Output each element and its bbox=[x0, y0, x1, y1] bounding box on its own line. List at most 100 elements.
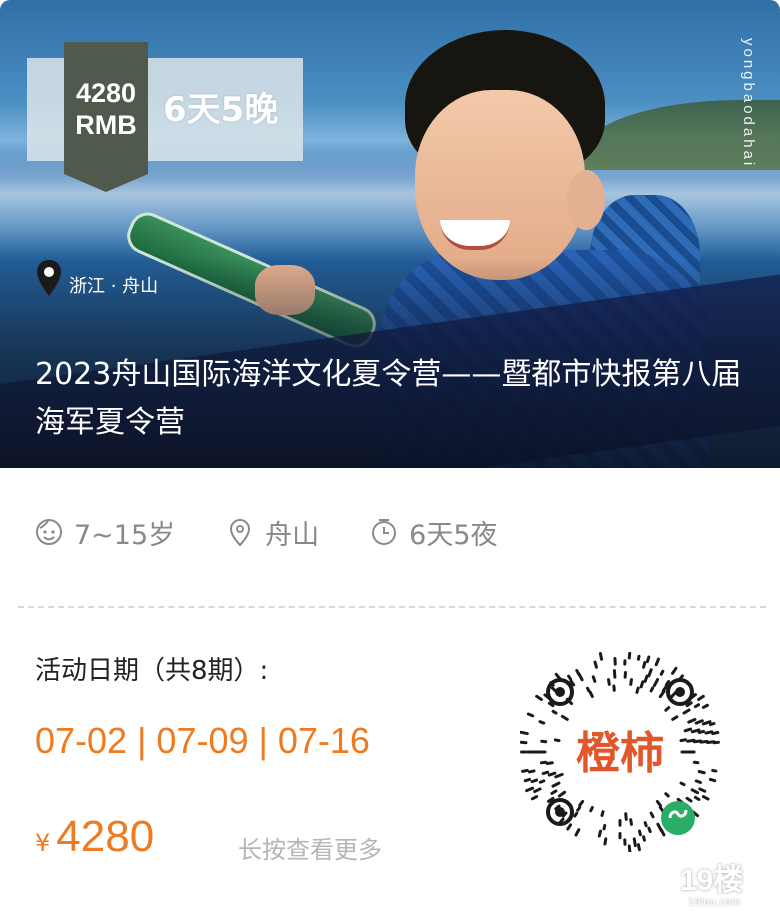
qr-module bbox=[698, 787, 707, 793]
dates-list: 07-02 | 07-09 | 07-16 bbox=[35, 720, 370, 761]
qr-module bbox=[566, 823, 573, 831]
qr-module bbox=[671, 715, 679, 721]
page-title: 2023舟山国际海洋文化夏令营——暨都市快报第八届海军夏令营 bbox=[35, 357, 742, 440]
qr-module bbox=[575, 669, 581, 676]
hero-banner[interactable]: 4280 RMB 6天5晚 yongbaodahai 浙江 · 舟山 2023舟… bbox=[0, 0, 780, 468]
qr-module bbox=[643, 821, 648, 828]
qr-module bbox=[647, 826, 652, 834]
qr-module bbox=[683, 727, 693, 733]
qr-module bbox=[629, 818, 633, 826]
qr-module bbox=[551, 781, 561, 788]
qr-module bbox=[627, 844, 632, 852]
qr-module bbox=[591, 675, 597, 683]
qr-module bbox=[525, 786, 535, 793]
qr-module bbox=[632, 837, 637, 848]
qr-module bbox=[553, 738, 561, 743]
mini-program-qr-code[interactable]: 橙柿 bbox=[520, 652, 720, 852]
site-watermark-logo: 19楼 19lou.com bbox=[680, 864, 762, 910]
qr-module bbox=[597, 829, 602, 838]
qr-module bbox=[711, 768, 718, 773]
qr-module bbox=[538, 720, 546, 725]
qr-module bbox=[526, 712, 535, 718]
currency-symbol: ¥ bbox=[35, 829, 51, 857]
mini-program-icon bbox=[661, 801, 695, 835]
duration-text: 6天5夜 bbox=[409, 519, 498, 551]
qr-module bbox=[636, 654, 641, 661]
qr-module bbox=[639, 680, 645, 689]
dates-label: 活动日期（共8期）: bbox=[35, 656, 269, 686]
qr-module bbox=[635, 686, 640, 694]
qr-module bbox=[661, 685, 668, 693]
qr-module bbox=[550, 789, 558, 795]
qr-module bbox=[540, 739, 548, 744]
qr-module bbox=[687, 717, 697, 724]
qr-module bbox=[664, 792, 670, 798]
place-name: 舟山 bbox=[265, 519, 320, 551]
qr-module bbox=[708, 721, 716, 727]
qr-module bbox=[671, 666, 678, 675]
qr-module bbox=[694, 719, 704, 725]
qr-module bbox=[547, 771, 557, 777]
qr-module bbox=[521, 768, 529, 773]
qr-module bbox=[697, 729, 706, 734]
price-row: ¥ 4280 bbox=[35, 812, 154, 862]
qr-module bbox=[598, 652, 604, 661]
qr-finder-dot bbox=[675, 687, 685, 697]
qr-module bbox=[690, 788, 700, 795]
qr-module bbox=[649, 686, 655, 693]
qr-module bbox=[602, 823, 607, 831]
qr-module bbox=[692, 760, 700, 765]
qr-module bbox=[693, 795, 701, 801]
qr-module bbox=[679, 781, 686, 787]
qr-module bbox=[655, 799, 663, 808]
qr-module bbox=[649, 811, 655, 819]
qr-module bbox=[541, 770, 550, 776]
info-row: 7~15岁 舟山 6天5夜 bbox=[34, 510, 548, 554]
qr-module bbox=[567, 674, 573, 681]
qr-module bbox=[645, 655, 651, 664]
qr-module bbox=[708, 777, 717, 783]
price-amount: 4280 bbox=[56, 812, 155, 861]
qr-brand-text: 橙柿 bbox=[576, 728, 664, 779]
qr-module bbox=[642, 661, 647, 669]
qr-module bbox=[642, 835, 646, 842]
qr-module bbox=[690, 728, 701, 734]
qr-module bbox=[647, 668, 653, 678]
press-hint: 长按查看更多 bbox=[238, 836, 382, 864]
qr-module bbox=[701, 720, 712, 726]
qr-module bbox=[588, 690, 594, 698]
dashed-divider bbox=[18, 606, 766, 608]
qr-module bbox=[530, 778, 539, 784]
qr-module bbox=[574, 828, 581, 837]
qr-finder-dot bbox=[555, 807, 565, 817]
qr-module bbox=[682, 708, 691, 715]
qr-module bbox=[624, 812, 628, 821]
qr-module bbox=[701, 703, 709, 709]
hero-location: 浙江 · 舟山 bbox=[35, 258, 158, 298]
qr-module bbox=[520, 730, 529, 736]
qr-module bbox=[669, 690, 678, 699]
duration-tag: 6天5晚 bbox=[163, 90, 279, 130]
qr-module bbox=[654, 657, 660, 667]
qr-module bbox=[586, 686, 591, 693]
duration-info: 6天5夜 bbox=[369, 513, 498, 552]
qr-module bbox=[593, 660, 598, 669]
location-pin-icon bbox=[37, 260, 61, 296]
qr-module bbox=[527, 769, 536, 774]
qr-module bbox=[523, 777, 532, 783]
qr-module bbox=[545, 761, 554, 766]
qr-module bbox=[607, 678, 611, 686]
qr-module bbox=[697, 694, 705, 701]
qr-module bbox=[573, 811, 579, 818]
qr-module bbox=[694, 779, 702, 785]
place-info: 舟山 bbox=[225, 513, 319, 552]
age-info: 7~15岁 bbox=[34, 513, 175, 552]
qr-module bbox=[636, 843, 641, 852]
qr-module bbox=[659, 828, 666, 837]
qr-module bbox=[664, 706, 671, 712]
qr-module bbox=[551, 709, 558, 715]
logo-sub: 19lou.com bbox=[688, 897, 741, 908]
price-tag-amount: 4280 bbox=[75, 78, 137, 108]
qr-module bbox=[530, 795, 539, 801]
location-pin-icon bbox=[230, 518, 251, 547]
